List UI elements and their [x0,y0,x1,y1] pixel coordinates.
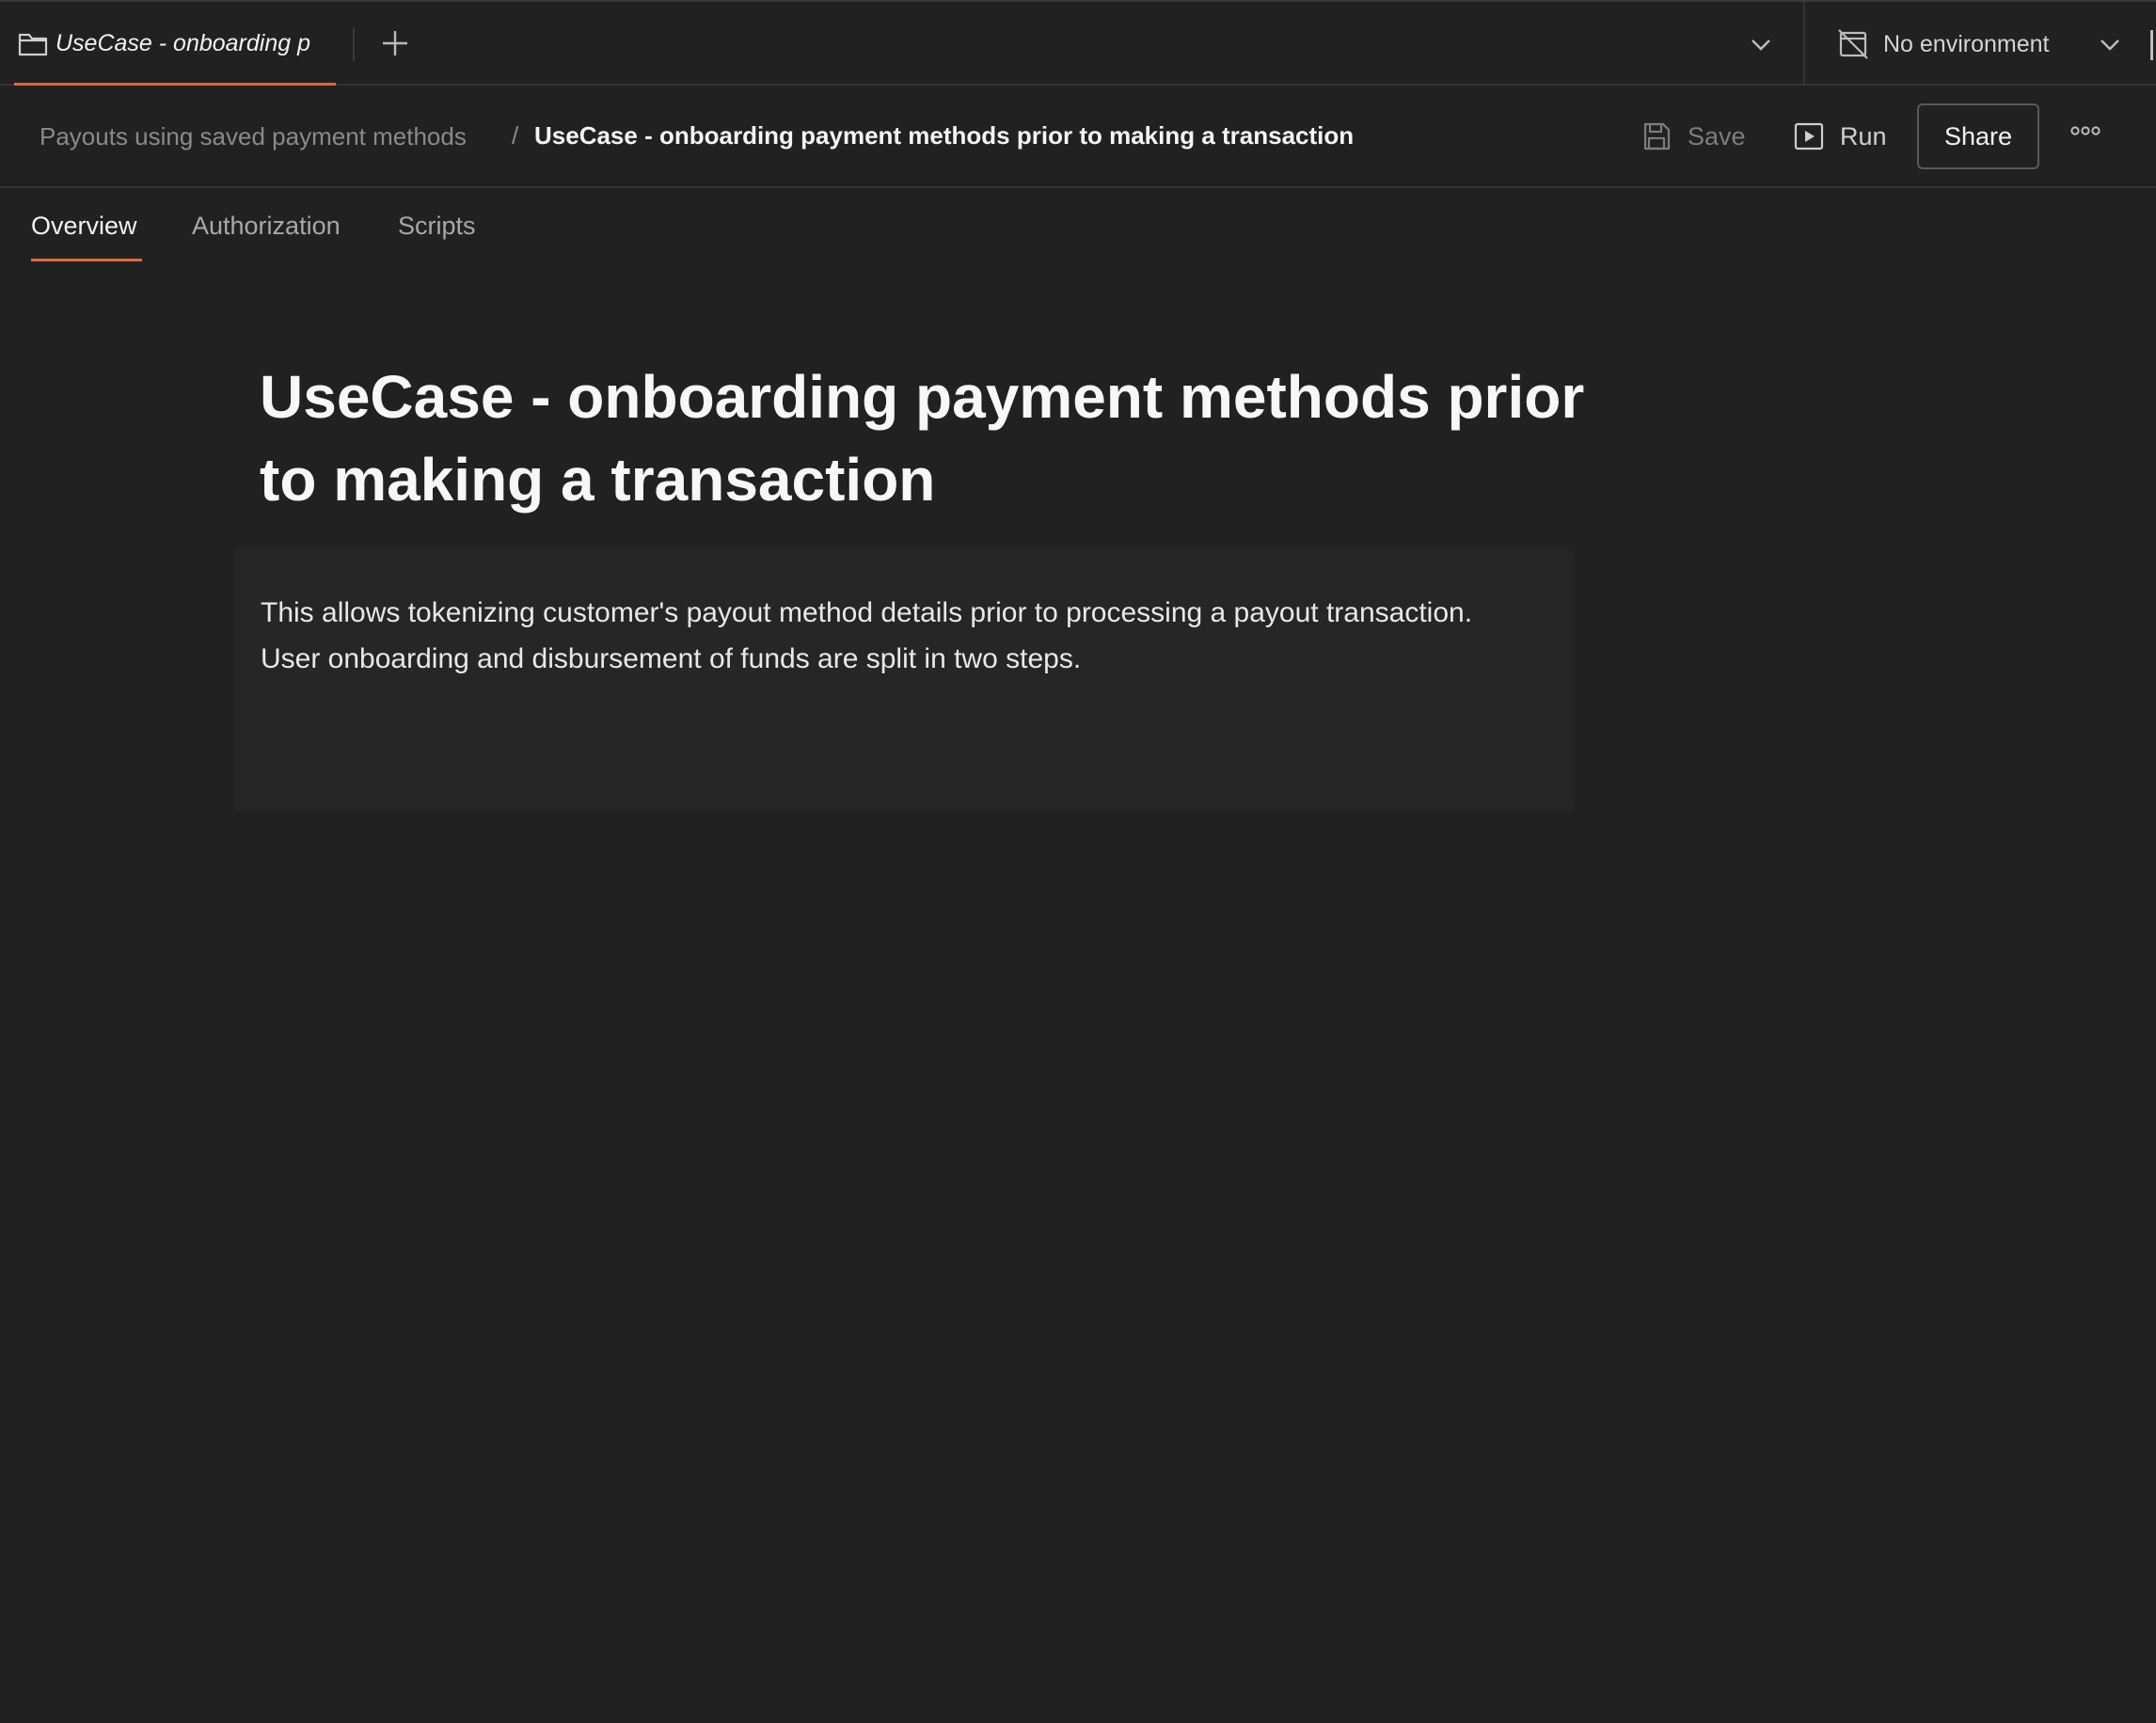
tab-divider [353,27,355,61]
collection-tab[interactable]: UseCase - onboarding p [14,2,336,86]
collection-header: Payouts using saved payment methods / Us… [0,86,2156,188]
save-label: Save [1688,121,1746,150]
tab-title: UseCase - onboarding p [55,30,310,56]
save-button[interactable]: Save [1641,116,1746,157]
run-icon [1794,122,1824,150]
run-label: Run [1840,121,1887,150]
breadcrumb-current[interactable]: UseCase - onboarding payment methods pri… [534,121,1354,150]
no-environment-icon [1838,29,1868,59]
breadcrumb-parent[interactable]: Payouts using saved payment methods [40,122,467,151]
tab-scripts[interactable]: Scripts [398,212,476,241]
environment-selector-label[interactable]: No environment [1883,31,2049,58]
tab-overview[interactable]: Overview [31,212,137,241]
plus-icon[interactable] [380,28,410,58]
chevron-down-icon[interactable] [1748,34,1774,55]
chevron-down-icon[interactable] [2097,34,2123,55]
tab-authorization[interactable]: Authorization [192,212,341,241]
tab-bar: UseCase - onboarding p No environment [0,0,2156,86]
collection-title[interactable]: UseCase - onboarding payment methods pri… [260,356,1595,521]
share-button[interactable]: Share [1917,103,2039,169]
breadcrumb-separator: / [512,121,519,150]
folder-icon [18,33,48,56]
environment-divider [1803,2,1805,86]
more-options-icon[interactable] [2069,121,2101,140]
run-button[interactable]: Run [1793,116,1887,157]
active-tab-indicator [31,259,142,261]
save-icon [1643,122,1671,150]
description-box[interactable]: This allows tokenizing customer's payout… [233,547,1573,811]
collection-description: This allows tokenizing customer's payout… [261,597,1473,674]
panel-edge [2150,30,2153,60]
